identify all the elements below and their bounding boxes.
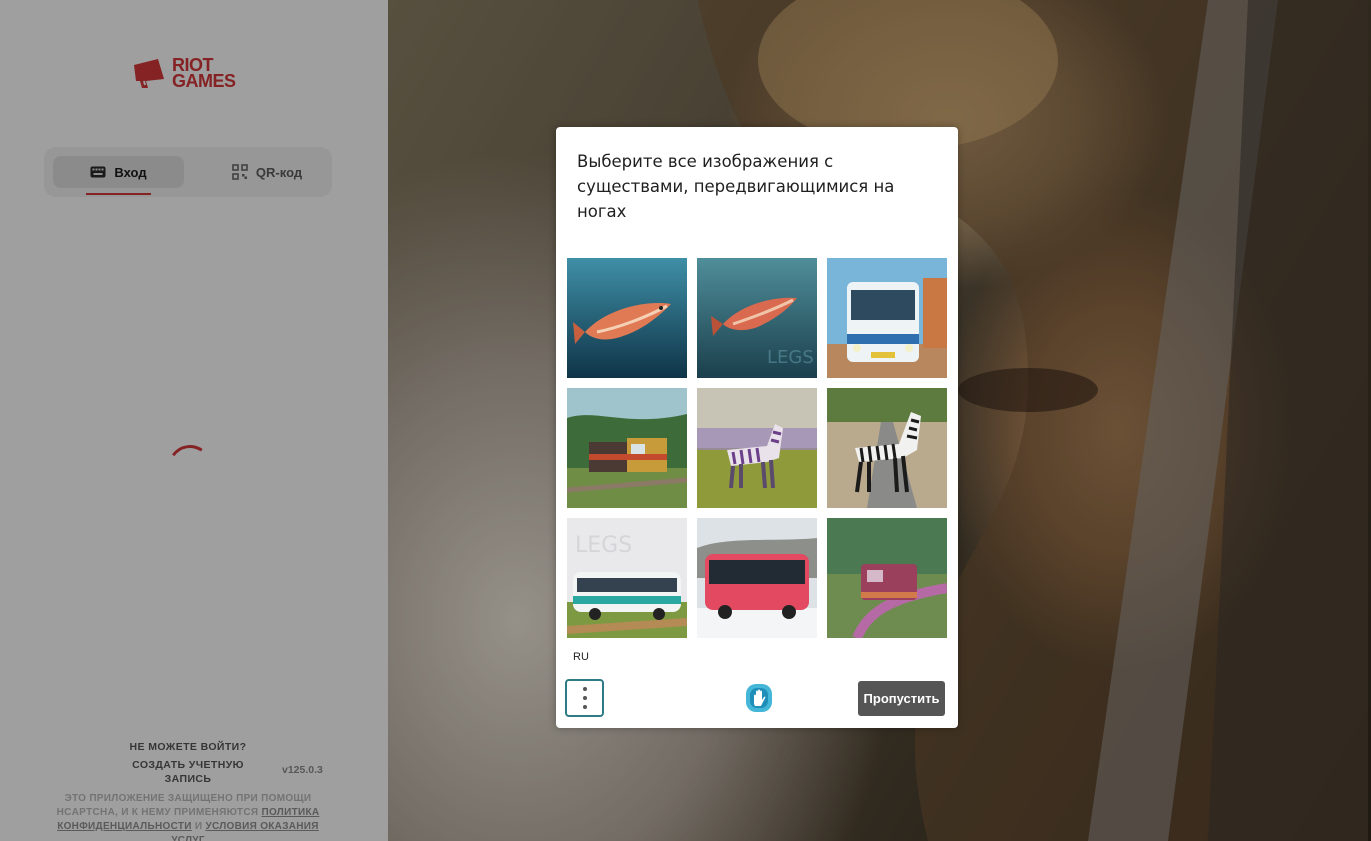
zebra-image — [827, 388, 947, 508]
captcha-tile-train-1[interactable] — [567, 388, 687, 508]
captcha-tile-zebra-1[interactable] — [697, 388, 817, 508]
zebra-image — [697, 388, 817, 508]
captcha-tile-bus-1[interactable] — [827, 258, 947, 378]
language-label[interactable]: RU — [573, 651, 589, 663]
captcha-prompt: Выберите все изображения с существами, п… — [577, 152, 895, 221]
bus-image — [827, 258, 947, 378]
captcha-image-grid: LEGS LEGS — [567, 258, 947, 638]
skip-button[interactable]: Пропустить — [858, 681, 945, 716]
bus-image — [697, 518, 817, 638]
kebab-menu-icon — [582, 705, 587, 709]
train-image — [827, 518, 947, 638]
bus-image: LEGS — [567, 518, 687, 638]
captcha-tile-fish-1[interactable] — [567, 258, 687, 378]
kebab-menu-icon — [582, 696, 587, 700]
modal-backdrop — [0, 0, 388, 841]
watermark-text: LEGS — [767, 347, 814, 368]
captcha-menu-button[interactable] — [565, 679, 604, 717]
fish-image: LEGS — [697, 258, 817, 378]
kebab-menu-icon — [582, 687, 587, 691]
watermark-text: LEGS — [575, 533, 632, 558]
captcha-tile-fish-2[interactable]: LEGS — [697, 258, 817, 378]
fish-image — [567, 258, 687, 378]
captcha-tile-bus-3[interactable] — [697, 518, 817, 638]
captcha-dialog: Выберите все изображения с существами, п… — [556, 127, 958, 728]
captcha-tile-zebra-2[interactable] — [827, 388, 947, 508]
captcha-tile-train-2[interactable] — [827, 518, 947, 638]
hcaptcha-logo-icon — [746, 684, 772, 712]
captcha-tile-bus-2[interactable]: LEGS — [567, 518, 687, 638]
train-image — [567, 388, 687, 508]
